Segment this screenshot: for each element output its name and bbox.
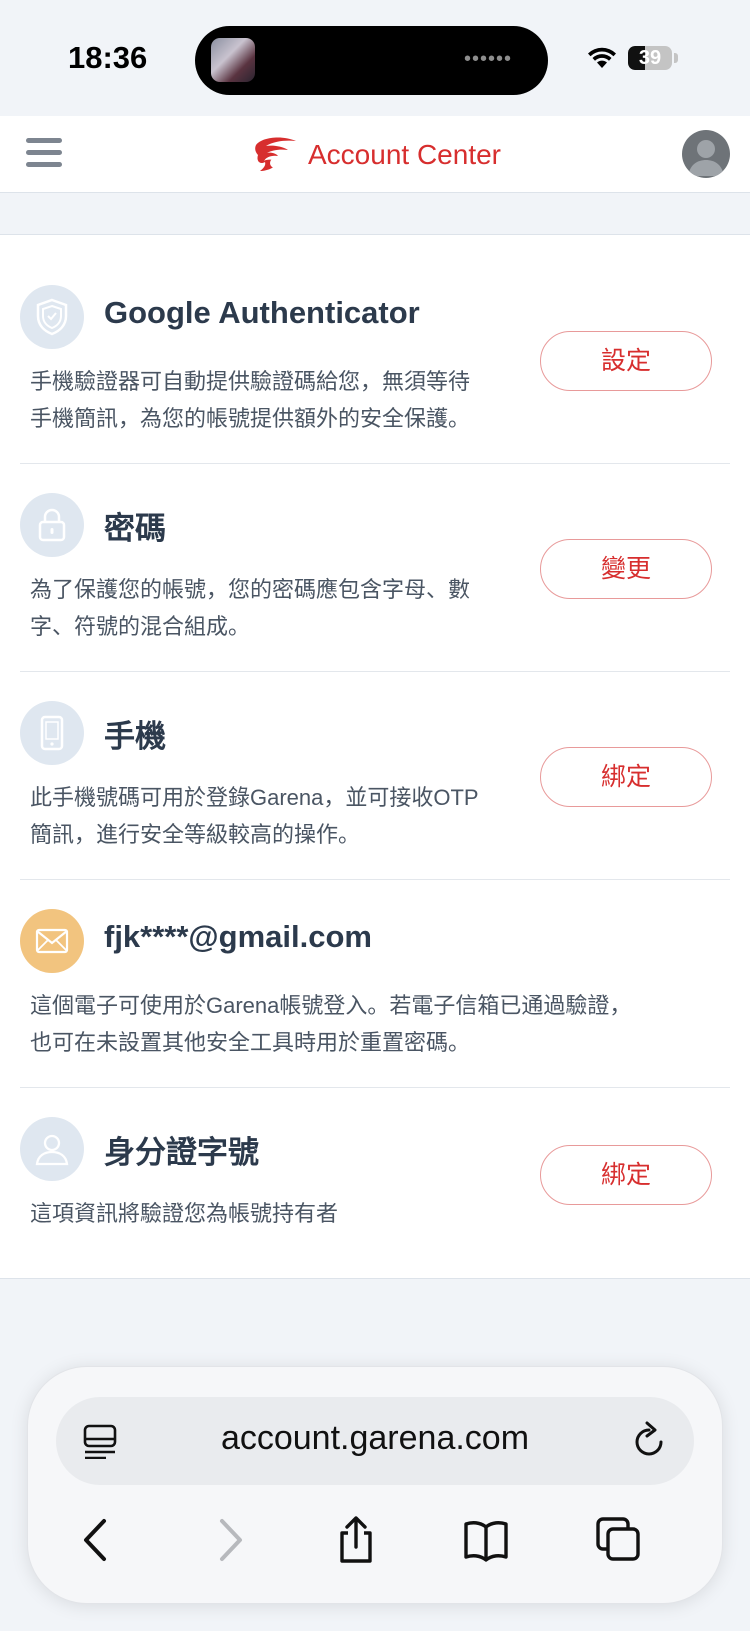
address-bar[interactable]: account.garena.com: [56, 1397, 694, 1485]
shield-icon: [20, 285, 84, 349]
bind-id-number-button[interactable]: 綁定: [540, 1145, 712, 1205]
description-line: 也可在未設置其他安全工具時用於重置密碼。: [30, 1030, 471, 1055]
security-settings-card: Google Authenticator 手機驗證器可自動提供驗證碼給您，無須等…: [0, 234, 750, 1279]
now-playing-thumbnail: [211, 38, 255, 82]
battery-percentage: 39: [638, 47, 662, 69]
garena-logo-icon: [255, 137, 296, 171]
description-line: 簡訊，進行安全等級較高的操作。: [30, 822, 361, 847]
description-line: 手機驗證器可自動提供驗證碼給您，無須等待: [30, 369, 471, 394]
description-line: 這個電子可使用於Garena帳號登入。若電子信箱已通過驗證，: [30, 993, 632, 1018]
status-time: 18:36: [68, 40, 148, 75]
item-description-id-number: 這項資訊將驗證您為帳號持有者: [30, 1195, 338, 1232]
description-line: 此手機號碼可用於登錄Garena，並可接收OTP: [30, 785, 479, 810]
id-user-icon: [20, 1117, 84, 1181]
forward-icon[interactable]: [206, 1515, 254, 1565]
item-description-phone: 此手機號碼可用於登錄Garena，並可接收OTP 簡訊，進行安全等級較高的操作。: [30, 779, 479, 853]
description-line: 為了保護您的帳號，您的密碼應包含字母、數: [30, 577, 471, 602]
status-bar: 18:36 •••••• 39: [0, 0, 750, 116]
hamburger-menu-icon[interactable]: [26, 138, 62, 168]
setup-authenticator-button[interactable]: 設定: [540, 331, 712, 391]
item-description-email: 這個電子可使用於Garena帳號登入。若電子信箱已通過驗證， 也可在未設置其他安…: [30, 987, 631, 1061]
avatar-person-icon: [688, 140, 724, 176]
app-header: Account Center: [0, 116, 750, 193]
item-title-id-number: 身分證字號: [104, 1135, 259, 1170]
bind-phone-button[interactable]: 綁定: [540, 747, 712, 807]
user-avatar[interactable]: [682, 130, 730, 178]
item-title-email: fjk****@gmail.com: [104, 919, 372, 954]
item-description-password: 為了保護您的帳號，您的密碼應包含字母、數 字、符號的混合組成。: [30, 571, 470, 645]
lock-icon: [20, 493, 84, 557]
tabs-icon[interactable]: [594, 1515, 642, 1565]
change-password-button[interactable]: 變更: [540, 539, 712, 599]
phone-icon: [20, 701, 84, 765]
bookmarks-icon[interactable]: [462, 1515, 510, 1565]
reload-icon[interactable]: [630, 1421, 668, 1461]
share-icon[interactable]: [332, 1515, 380, 1565]
wifi-icon: [588, 47, 616, 68]
item-title-authenticator: Google Authenticator: [104, 295, 420, 330]
dynamic-island: ••••••: [195, 26, 548, 95]
brand[interactable]: Account Center: [252, 134, 501, 176]
item-title-password: 密碼: [104, 511, 166, 546]
item-title-phone: 手機: [104, 719, 166, 754]
back-icon[interactable]: [72, 1515, 120, 1565]
battery-nub: [674, 53, 678, 63]
divider: [20, 879, 730, 880]
description-line: 字、符號的混合組成。: [30, 614, 251, 639]
item-description-authenticator: 手機驗證器可自動提供驗證碼給您，無須等待 手機簡訊，為您的帳號提供額外的安全保護…: [30, 363, 470, 437]
description-line: 這項資訊將驗證您為帳號持有者: [30, 1201, 339, 1226]
divider: [20, 1087, 730, 1088]
divider: [20, 463, 730, 464]
battery-indicator: 39: [628, 46, 672, 70]
island-activity-dots: ••••••: [463, 48, 512, 70]
page-title: Account Center: [308, 139, 501, 170]
mail-icon: [20, 909, 84, 973]
divider: [20, 671, 730, 672]
description-line: 手機簡訊，為您的帳號提供額外的安全保護。: [30, 406, 471, 431]
url-text: account.garena.com: [220, 1419, 530, 1457]
browser-toolbar: account.garena.com: [27, 1366, 723, 1604]
